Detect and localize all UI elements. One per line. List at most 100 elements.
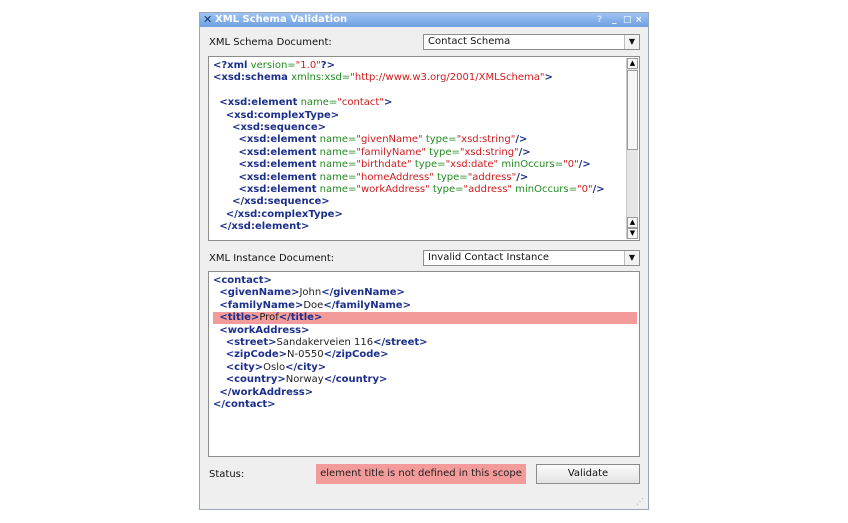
- minimize-icon[interactable]: _: [612, 13, 617, 27]
- code-token: <xsd:element: [238, 146, 317, 158]
- code-token: Sandakerveien 116: [276, 337, 374, 348]
- code-line: <xsd:sequence>: [213, 122, 326, 134]
- code-token: "0": [563, 159, 579, 171]
- code-token: minOccurs=: [512, 184, 577, 195]
- schema-select[interactable]: Contact Schema ▼: [423, 34, 640, 50]
- validate-button[interactable]: Validate: [536, 464, 640, 484]
- code-token: <zipCode>: [225, 349, 288, 361]
- code-token: </workAddress>: [219, 386, 314, 398]
- code-line: <country>Norway</country>: [213, 374, 388, 386]
- code-token: </contact>: [213, 399, 276, 410]
- code-token: </givenName>: [321, 287, 405, 299]
- code-line: <contact>: [213, 275, 272, 287]
- close-icon[interactable]: ×: [635, 13, 643, 27]
- code-line: <xsd:complexType>: [213, 110, 339, 122]
- code-token: <xsd:element: [219, 97, 298, 109]
- schema-editor[interactable]: <?xml version="1.0"?> <xsd:schema xmlns:x…: [208, 56, 640, 241]
- code-token: <familyName>: [219, 299, 304, 311]
- code-line: <zipCode>N-0550</zipCode>: [213, 349, 389, 361]
- code-line: </xsd:complexType>: [213, 209, 343, 221]
- code-line: <givenName>John</givenName>: [213, 287, 405, 299]
- code-token: <xsd:element: [238, 184, 317, 195]
- code-token: name=: [316, 146, 357, 158]
- code-token: name=: [316, 171, 357, 183]
- code-token: <xsd:element: [238, 134, 317, 146]
- code-token: name=: [316, 184, 357, 195]
- code-line: <xsd:element name="homeAddress" type="ad…: [213, 172, 528, 184]
- code-token: version=: [247, 60, 296, 71]
- schema-scrollbar[interactable]: ▲ ▲ ▼: [626, 58, 638, 239]
- code-token: />: [516, 171, 529, 183]
- resize-grip-icon[interactable]: ⋰: [636, 497, 646, 507]
- code-token: </xsd:complexType>: [225, 208, 343, 220]
- code-line: </contact>: [213, 399, 276, 411]
- code-token: "address": [467, 171, 517, 183]
- code-token: <country>: [225, 374, 286, 386]
- code-token: </city>: [285, 361, 327, 373]
- code-line: </xsd:sequence>: [213, 196, 330, 208]
- code-token: Doe: [303, 299, 324, 311]
- code-token: <contact>: [213, 275, 272, 286]
- code-token: ?>: [320, 60, 335, 71]
- code-token: "givenName": [356, 134, 423, 146]
- code-line: <familyName>Doe</familyName>: [213, 300, 411, 312]
- code-token: type=: [422, 134, 457, 146]
- code-token: "homeAddress": [356, 171, 434, 183]
- code-token: N-0550: [287, 349, 324, 361]
- code-line: <workAddress>: [213, 325, 309, 337]
- code-token: "xsd:date": [445, 159, 499, 171]
- code-token: "workAddress": [356, 184, 430, 195]
- code-token: <givenName>: [219, 287, 300, 299]
- code-token: "0": [577, 184, 593, 195]
- title-bar[interactable]: ✕ XML Schema Validation ? _ □ ×: [200, 13, 648, 27]
- code-token: <xsd:element: [238, 171, 317, 183]
- status-label: Status:: [209, 469, 245, 480]
- scroll-down-icon[interactable]: ▼: [627, 228, 638, 239]
- code-token: Oslo: [263, 361, 286, 373]
- code-token: Prof: [259, 312, 279, 324]
- chevron-down-icon[interactable]: ▼: [624, 35, 639, 49]
- code-line: <xsd:element name="contact">: [213, 97, 392, 109]
- code-token: "birthdate": [356, 159, 412, 171]
- code-line: </workAddress>: [213, 387, 313, 399]
- scrollbar-thumb[interactable]: [627, 70, 638, 150]
- code-token: <city>: [225, 361, 264, 373]
- status-message: element title is not defined in this sco…: [316, 464, 526, 484]
- code-token: "xsd:string": [459, 146, 519, 158]
- code-token: xmlns:xsd=: [287, 72, 351, 84]
- code-token: <workAddress>: [219, 324, 310, 336]
- scroll-up-icon[interactable]: ▲: [627, 217, 638, 228]
- schema-document-label: XML Schema Document:: [209, 37, 332, 48]
- code-token: </zipCode>: [323, 349, 389, 361]
- maximize-icon[interactable]: □: [623, 13, 632, 27]
- instance-select[interactable]: Invalid Contact Instance ▼: [423, 250, 640, 266]
- code-token: Norway: [285, 374, 324, 386]
- window-title: XML Schema Validation: [215, 14, 348, 25]
- code-token: name=: [316, 134, 357, 146]
- chevron-down-icon[interactable]: ▼: [624, 251, 639, 265]
- code-token: name=: [316, 159, 357, 171]
- schema-select-value: Contact Schema: [428, 36, 511, 47]
- code-token: <street>: [225, 337, 277, 348]
- code-token: </title>: [278, 312, 323, 324]
- scroll-up-icon[interactable]: ▲: [627, 58, 638, 69]
- code-token: </familyName>: [323, 299, 411, 311]
- code-token: </street>: [373, 337, 428, 348]
- code-token: </country>: [323, 374, 388, 386]
- code-token: <?xml: [213, 60, 248, 71]
- error-highlight-line: <title>Prof</title>: [213, 312, 637, 325]
- code-token: type=: [425, 146, 460, 158]
- code-token: "1.0": [295, 60, 321, 71]
- code-token: name=: [297, 97, 338, 109]
- instance-editor[interactable]: <contact> <givenName>John</givenName> <f…: [208, 271, 640, 457]
- code-token: <xsd:schema: [213, 72, 288, 84]
- help-icon[interactable]: ?: [597, 13, 602, 27]
